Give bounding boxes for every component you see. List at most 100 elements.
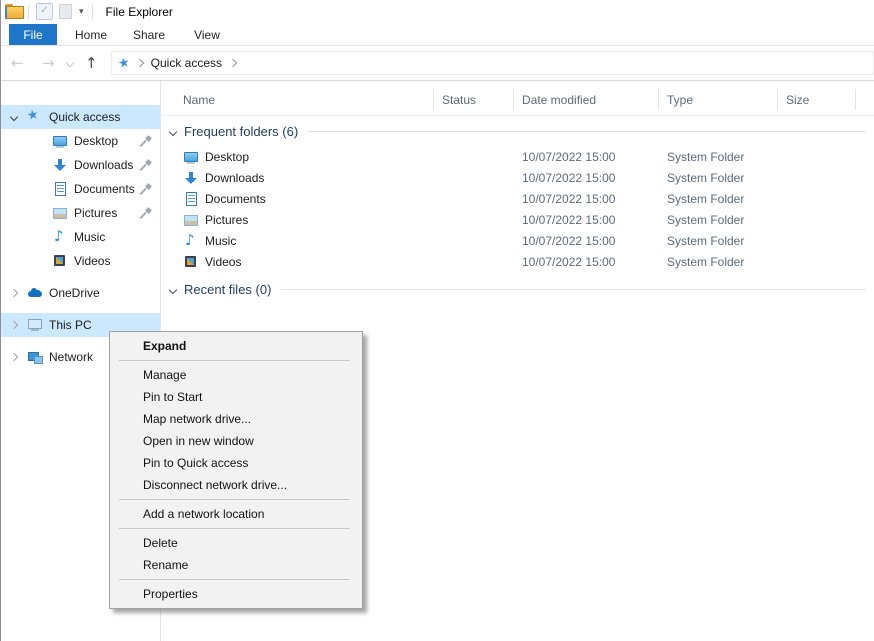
qat-customize-dropdown[interactable]: ▾ xyxy=(79,7,84,17)
file-date-modified: 10/07/2022 15:00 xyxy=(522,150,615,164)
up-button[interactable]: ↑ xyxy=(85,56,98,71)
file-type: System Folder xyxy=(667,213,744,227)
group-rule xyxy=(281,289,866,290)
file-name: Documents xyxy=(205,192,266,206)
sidebar-item-icon xyxy=(52,133,68,149)
context-menu-item[interactable]: Delete xyxy=(110,532,362,554)
collapse-chevron-icon[interactable] xyxy=(169,285,177,293)
sidebar-item-label: OneDrive xyxy=(49,286,100,300)
file-date-modified: 10/07/2022 15:00 xyxy=(522,192,615,206)
file-type: System Folder xyxy=(667,171,744,185)
expand-chevron-icon[interactable] xyxy=(10,290,18,296)
pin-icon xyxy=(141,208,152,219)
file-row[interactable]: Downloads 10/07/2022 15:00 System Folder xyxy=(161,168,874,189)
context-menu-item[interactable]: Disconnect network drive... xyxy=(110,474,362,496)
collapse-chevron-icon[interactable] xyxy=(169,127,177,135)
file-row[interactable]: Documents 10/07/2022 15:00 System Folder xyxy=(161,189,874,210)
group-header-frequent-folders[interactable]: Frequent folders (6) xyxy=(170,124,866,139)
sidebar-item[interactable]: Downloads xyxy=(1,153,160,177)
file-icon xyxy=(183,254,199,270)
column-header-date-modified[interactable]: Date modified xyxy=(522,93,596,107)
sidebar-item[interactable]: Videos xyxy=(1,249,160,273)
file-icon xyxy=(183,149,199,165)
file-name: Downloads xyxy=(205,171,264,185)
qat-properties-button[interactable]: ✓ xyxy=(36,3,53,20)
file-icon xyxy=(183,170,199,186)
navigation-bar: ← → ↑ ★ Quick access xyxy=(1,46,874,81)
forward-button[interactable]: → xyxy=(42,56,55,71)
ribbon-tab[interactable]: Home xyxy=(67,24,115,45)
file-icon xyxy=(183,191,199,207)
sidebar-item-icon xyxy=(27,285,43,301)
ribbon-tab[interactable]: File xyxy=(9,24,57,45)
column-header-type[interactable]: Type xyxy=(667,93,693,107)
context-menu-item[interactable]: Add a network location xyxy=(110,503,362,525)
group-header-recent-files[interactable]: Recent files (0) xyxy=(170,282,866,297)
sidebar-item[interactable]: Quick access xyxy=(1,105,160,129)
column-header-row: Name Status Date modified Type Size xyxy=(161,81,874,116)
context-menu-item[interactable]: Expand xyxy=(110,335,362,357)
breadcrumb-chevron-icon[interactable] xyxy=(135,59,143,67)
window-title: File Explorer xyxy=(106,5,173,19)
titlebar: ✓ ▾ File Explorer xyxy=(1,0,874,23)
expand-chevron-icon[interactable] xyxy=(10,354,18,360)
sidebar-item-icon xyxy=(52,229,68,245)
breadcrumb-chevron-icon[interactable] xyxy=(229,59,237,67)
breadcrumb-location[interactable]: Quick access xyxy=(151,56,222,70)
file-row[interactable]: Music 10/07/2022 15:00 System Folder xyxy=(161,231,874,252)
column-header-name[interactable]: Name xyxy=(183,93,215,107)
context-menu-item[interactable]: Pin to Quick access xyxy=(110,452,362,474)
group-label: Frequent folders (6) xyxy=(184,124,298,139)
file-name: Music xyxy=(205,234,236,248)
context-menu-item[interactable]: Map network drive... xyxy=(110,408,362,430)
file-type: System Folder xyxy=(667,150,744,164)
sidebar-item-label: This PC xyxy=(49,318,92,332)
address-bar[interactable]: ★ Quick access xyxy=(111,51,874,75)
file-row[interactable]: Pictures 10/07/2022 15:00 System Folder xyxy=(161,210,874,231)
recent-locations-dropdown-icon[interactable] xyxy=(66,59,74,67)
expand-chevron-icon[interactable] xyxy=(10,114,18,120)
sidebar-item[interactable]: Pictures xyxy=(1,201,160,225)
file-date-modified: 10/07/2022 15:00 xyxy=(522,213,615,227)
context-menu-item[interactable]: Pin to Start xyxy=(110,386,362,408)
column-separator[interactable] xyxy=(658,89,659,110)
sidebar-item-icon xyxy=(52,157,68,173)
file-row[interactable]: Videos 10/07/2022 15:00 System Folder xyxy=(161,252,874,273)
file-date-modified: 10/07/2022 15:00 xyxy=(522,171,615,185)
sidebar-item[interactable]: Music xyxy=(1,225,160,249)
context-menu-item[interactable]: Rename xyxy=(110,554,362,576)
file-explorer-window: ✓ ▾ File Explorer File Home Share View ← → … xyxy=(0,0,874,641)
qat-new-folder-button[interactable] xyxy=(59,4,72,19)
context-menu-item[interactable]: Open in new window xyxy=(110,430,362,452)
ribbon-tab[interactable]: View xyxy=(183,24,231,45)
file-icon xyxy=(183,212,199,228)
back-button[interactable]: ← xyxy=(11,56,24,71)
column-header-status[interactable]: Status xyxy=(442,93,476,107)
sidebar-item[interactable]: Documents xyxy=(1,177,160,201)
file-name: Videos xyxy=(205,255,241,269)
file-explorer-app-icon xyxy=(5,4,23,19)
file-date-modified: 10/07/2022 15:00 xyxy=(522,234,615,248)
file-row[interactable]: Desktop 10/07/2022 15:00 System Folder xyxy=(161,147,874,168)
column-separator[interactable] xyxy=(777,89,778,110)
pin-icon xyxy=(141,136,152,147)
context-menu-item[interactable]: Manage xyxy=(110,364,362,386)
titlebar-separator xyxy=(92,5,93,19)
sidebar-item-icon xyxy=(27,349,43,365)
pin-icon xyxy=(141,184,152,195)
column-header-size[interactable]: Size xyxy=(786,93,809,107)
sidebar-item-icon xyxy=(52,253,68,269)
sidebar-item-label: Quick access xyxy=(49,110,120,124)
column-separator[interactable] xyxy=(433,89,434,110)
column-separator[interactable] xyxy=(513,89,514,110)
column-separator[interactable] xyxy=(855,89,856,110)
ribbon-tab-bar: File Home Share View xyxy=(1,23,874,46)
sidebar-item[interactable]: Desktop xyxy=(1,129,160,153)
file-type: System Folder xyxy=(667,255,744,269)
sidebar-item[interactable]: OneDrive xyxy=(1,281,160,305)
titlebar-separator xyxy=(28,5,29,19)
context-menu-item[interactable]: Properties xyxy=(110,583,362,605)
ribbon-tab[interactable]: Share xyxy=(125,24,173,45)
expand-chevron-icon[interactable] xyxy=(10,322,18,328)
sidebar-item-icon xyxy=(27,317,43,333)
